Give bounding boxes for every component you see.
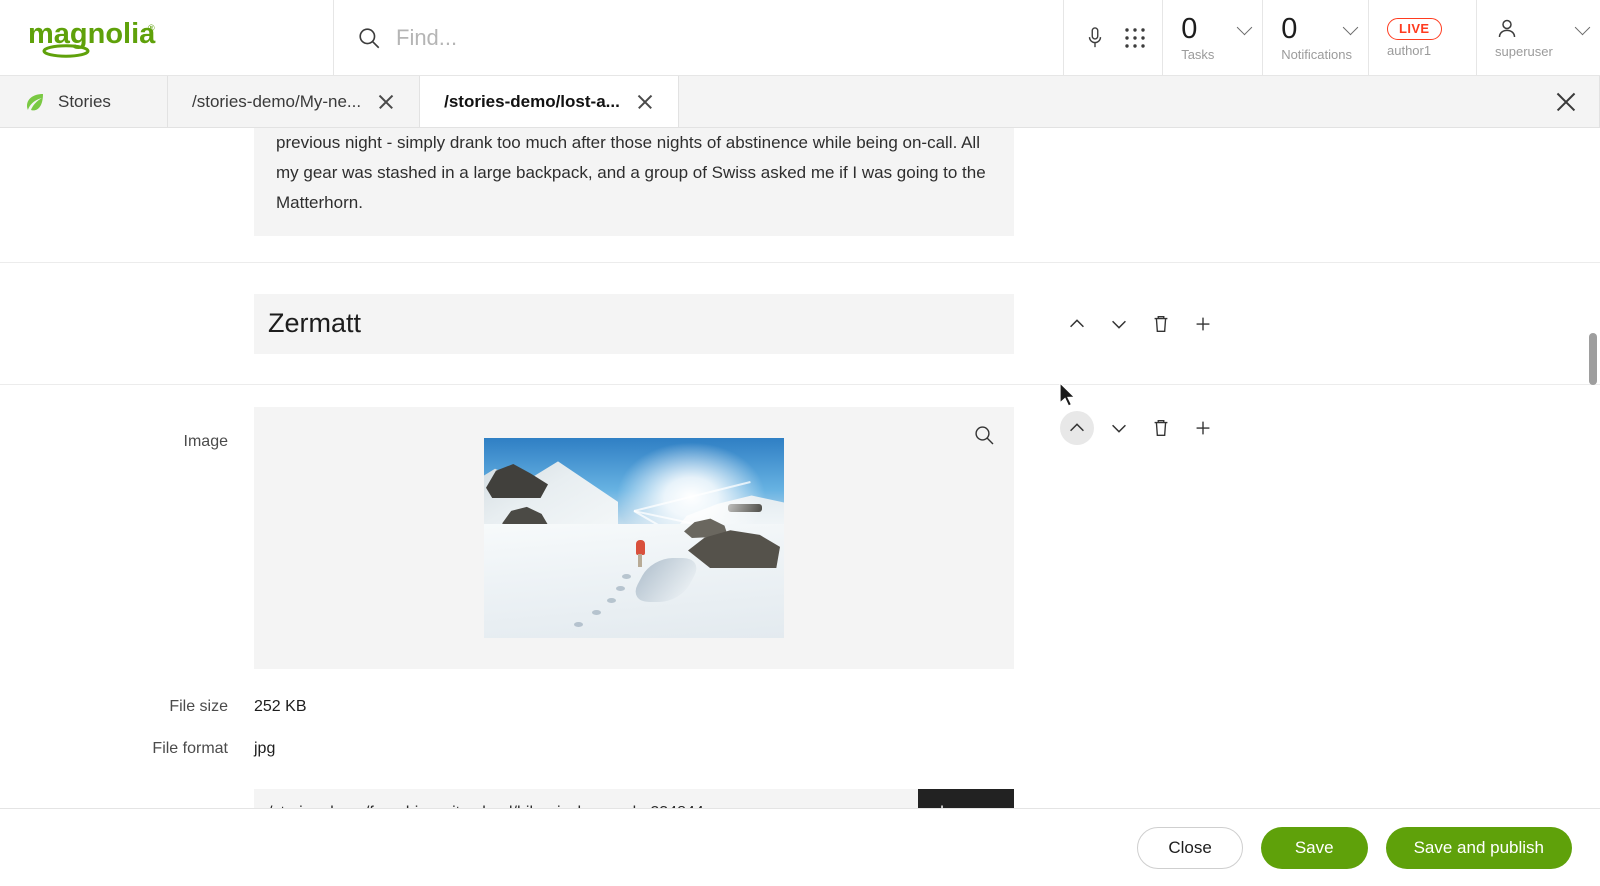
search-input[interactable] — [396, 25, 996, 51]
chevron-up-icon — [1066, 417, 1088, 439]
paragraph-text: previous night - simply drank too much a… — [254, 128, 1014, 236]
move-down-button[interactable] — [1102, 307, 1136, 341]
close-icon[interactable] — [636, 93, 654, 111]
tab-label: Stories — [58, 92, 111, 112]
apps-grid-icon[interactable] — [1124, 27, 1146, 49]
app-header: magnolia ® — [0, 0, 1600, 76]
image-preview-panel[interactable] — [254, 407, 1014, 669]
tab-bar-spacer — [679, 76, 1600, 127]
image-row-toolbar — [1060, 411, 1220, 445]
header-icon-group — [1064, 0, 1162, 75]
user-menu[interactable]: superuser — [1476, 0, 1600, 75]
tasks-count: 0 — [1181, 14, 1246, 44]
tasks-menu[interactable]: 0 Tasks — [1162, 0, 1262, 75]
section-title: Zermatt — [268, 308, 361, 339]
tab-bar: Stories /stories-demo/My-ne... /stories-… — [0, 76, 1600, 128]
user-avatar-icon — [1495, 17, 1519, 41]
magnolia-app: magnolia ® — [0, 0, 1600, 886]
tab-label: /stories-demo/My-ne... — [192, 92, 361, 112]
magnifier-icon — [972, 423, 996, 447]
save-and-publish-button[interactable]: Save and publish — [1386, 827, 1572, 869]
form-content: previous night - simply drank too much a… — [0, 128, 1600, 886]
microphone-icon[interactable] — [1084, 25, 1106, 51]
section-row-toolbar — [1060, 307, 1220, 341]
tasks-label: Tasks — [1181, 47, 1246, 62]
add-button[interactable] — [1186, 307, 1220, 341]
notifications-menu[interactable]: 0 Notifications — [1262, 0, 1368, 75]
trash-icon — [1150, 313, 1172, 335]
section-title-row: Zermatt — [0, 263, 1600, 385]
file-size-label: File size — [0, 698, 228, 716]
vertical-scrollbar-thumb[interactable] — [1589, 333, 1597, 385]
file-format-row: File format jpg — [0, 729, 1600, 769]
move-up-button[interactable] — [1060, 411, 1094, 445]
move-up-button[interactable] — [1060, 307, 1094, 341]
move-down-button[interactable] — [1102, 411, 1136, 445]
magnolia-logo: magnolia ® — [28, 17, 170, 59]
add-button[interactable] — [1186, 411, 1220, 445]
chevron-down-icon — [1108, 313, 1130, 335]
close-button[interactable]: Close — [1137, 827, 1242, 869]
delete-button[interactable] — [1144, 411, 1178, 445]
file-size-row: File size 252 KB — [0, 687, 1600, 727]
form-footer: Close Save Save and publish — [0, 808, 1600, 886]
svg-text:®: ® — [148, 23, 155, 33]
chevron-down-icon[interactable] — [1575, 20, 1591, 36]
notifications-count: 0 — [1281, 14, 1352, 44]
paragraph-row: previous night - simply drank too much a… — [0, 128, 1600, 263]
username-label: superuser — [1495, 44, 1584, 59]
publication-status[interactable]: LIVE author1 — [1368, 0, 1476, 75]
zoom-preview-button[interactable] — [972, 423, 996, 452]
plus-icon — [1192, 417, 1214, 439]
search-icon — [356, 25, 382, 51]
chevron-down-icon — [1108, 417, 1130, 439]
image-thumbnail — [484, 438, 784, 638]
plus-icon — [1192, 313, 1214, 335]
image-field-label: Image — [0, 433, 228, 451]
global-search[interactable] — [334, 0, 1064, 75]
file-size-value: 252 KB — [254, 698, 306, 716]
section-title-field[interactable]: Zermatt — [254, 294, 1014, 354]
logo-cell[interactable]: magnolia ® — [0, 0, 334, 75]
delete-button[interactable] — [1144, 307, 1178, 341]
file-format-value: jpg — [254, 740, 275, 758]
tab-stories[interactable]: Stories — [0, 76, 168, 127]
status-badge: LIVE — [1387, 18, 1442, 40]
close-icon[interactable] — [377, 93, 395, 111]
leaf-icon — [24, 91, 46, 113]
close-app-icon[interactable] — [1554, 90, 1578, 114]
tab-stories-lost-a[interactable]: /stories-demo/lost-a... — [420, 76, 679, 127]
image-row: Image — [0, 385, 1600, 881]
svg-text:magnolia: magnolia — [28, 18, 156, 50]
tab-label: /stories-demo/lost-a... — [444, 92, 620, 112]
trash-icon — [1150, 417, 1172, 439]
notifications-label: Notifications — [1281, 47, 1352, 62]
live-instance-label: author1 — [1387, 43, 1460, 58]
save-button[interactable]: Save — [1261, 827, 1368, 869]
chevron-up-icon — [1066, 313, 1088, 335]
tab-stories-my-new[interactable]: /stories-demo/My-ne... — [168, 76, 420, 127]
file-format-label: File format — [0, 740, 228, 758]
